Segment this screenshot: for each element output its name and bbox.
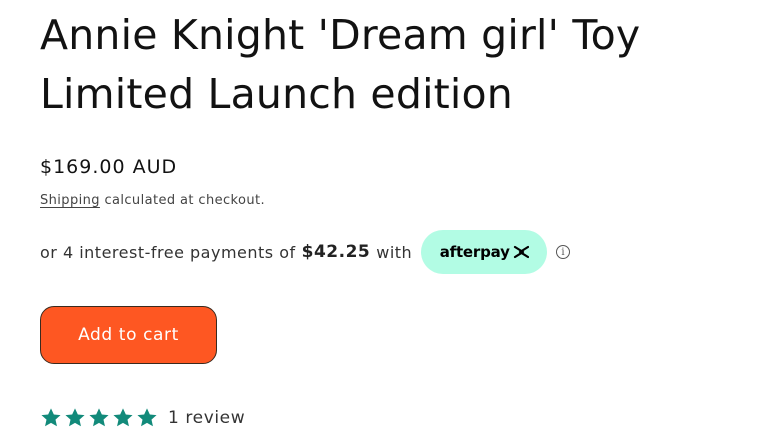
info-icon[interactable]: i [556,245,571,259]
star-icon [113,408,133,427]
product-info-panel: Annie Knight 'Dream girl' Toy Limited La… [0,0,774,435]
afterpay-brand-text: afterpay [439,243,510,261]
review-count[interactable]: 1 review [168,408,245,428]
product-price: $169.00 AUD [40,156,178,178]
shipping-note: Shipping calculated at checkout. [40,192,774,210]
product-title-line-1: Annie Knight 'Dream girl' Toy [40,11,641,59]
afterpay-prefix-text: or 4 interest-free payments of [40,242,296,262]
afterpay-installments: or 4 interest-free payments of $42.25 wi… [40,230,774,274]
add-to-cart-button[interactable]: Add to cart [40,306,217,364]
product-reviews[interactable]: 1 review [40,406,774,430]
shipping-link[interactable]: Shipping [40,193,100,208]
product-title-line-2: Limited Launch edition [40,70,513,118]
star-icon [65,408,85,427]
star-rating [40,407,158,429]
afterpay-suffix-text: with [376,242,413,262]
star-icon [89,408,109,427]
star-icon [137,408,157,427]
star-icon [41,408,61,427]
afterpay-arrows-icon [513,245,529,259]
afterpay-logo-badge[interactable]: afterpay [421,230,548,274]
afterpay-installment-amount: $42.25 [301,242,371,262]
product-title: Annie Knight 'Dream girl' Toy Limited La… [40,0,760,124]
shipping-note-text: calculated at checkout. [99,193,266,208]
